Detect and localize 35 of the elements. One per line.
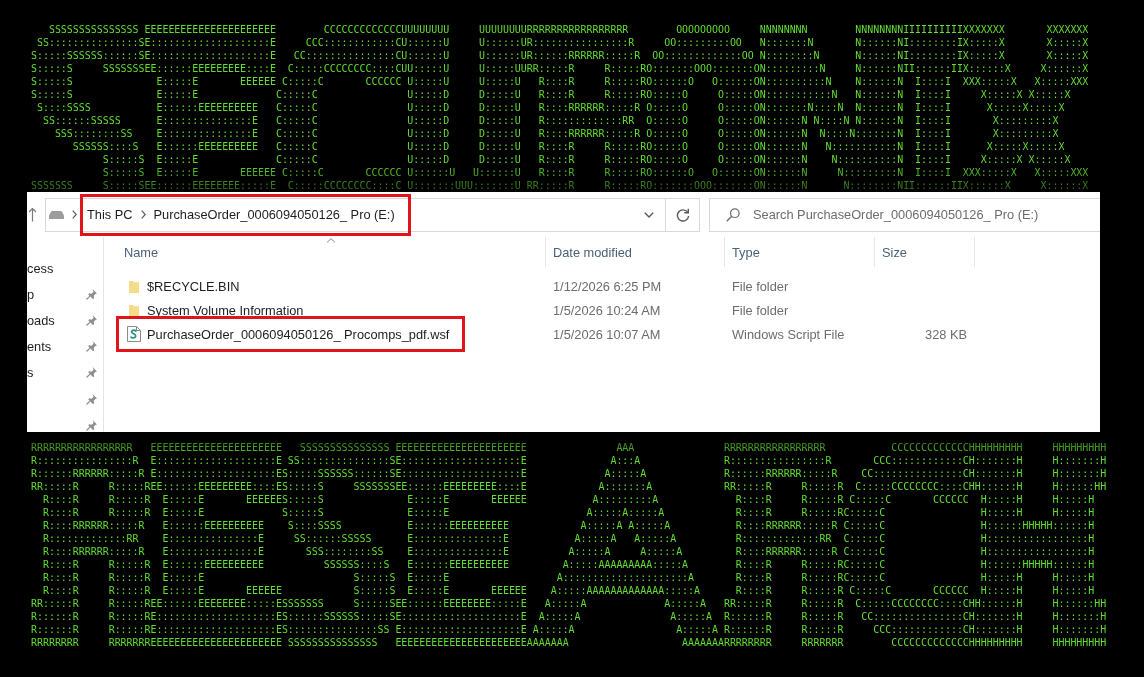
date-modified: 1/5/2026 10:07 AM: [553, 326, 661, 342]
chevron-right-icon: [140, 210, 146, 219]
breadcrumb-item[interactable]: PurchaseOrder_0006094050126_ Pro (E:): [153, 207, 395, 222]
column-header[interactable]: Size: [875, 237, 975, 267]
refresh-icon: [675, 207, 690, 222]
search-input[interactable]: Search PurchaseOrder_0006094050126_ Pro (E:): [753, 207, 1100, 222]
search-icon: [726, 207, 740, 222]
file-name[interactable]: System Volume Information: [147, 302, 304, 318]
breadcrumb-item[interactable]: This PC: [87, 207, 133, 222]
drive-icon: [49, 210, 64, 219]
file-type: File folder: [732, 278, 789, 294]
file-type: Windows Script File: [732, 326, 845, 342]
nav-item[interactable]: oads: [27, 312, 55, 328]
nav-item[interactable]: s: [27, 365, 34, 381]
file-type: File folder: [732, 302, 789, 318]
nav-item[interactable]: p: [27, 286, 35, 302]
folder-icon: [128, 303, 139, 317]
file-name[interactable]: PurchaseOrder_0006094050126_ Procomps_pdf.wsf: [147, 326, 450, 342]
date-modified: 1/5/2026 10:24 AM: [553, 302, 661, 318]
up-arrow-icon[interactable]: [28, 207, 37, 222]
chevron-down-icon[interactable]: [644, 211, 654, 218]
column-header[interactable]: Type: [725, 237, 875, 267]
search-field[interactable]: Search PurchaseOrder_0006094050126_ Pro (E:): [709, 197, 1100, 232]
chevron-right-icon: [72, 210, 77, 219]
nav-item[interactable]: cess: [27, 260, 54, 276]
nav-item[interactable]: ents: [27, 339, 52, 355]
folder-icon: [128, 279, 139, 293]
script-file-icon: [126, 326, 141, 342]
ascii-art-title: RRRRRRRRRRRRRRRRR EEEEEEEEEEEEEEEEEEEEEE SSSSSSSSSSSSSSS EEEEEEEEEEEEEEEEEEEEEE AAA RRRRRRRRRRRRRRRRR CCCCCCCCCCCCCHHHHHHHHH HHHHHHHHH R::::::::::::::::R E::::::::::::::::::::E SS:::::::::::::::SE::::::::::::::::::::E A:::A R::::::::::::::::R CCC::::::::::::CH:::::::H H:::::::H R::::::RRRRRR:::::R E::::::::::::::::::::ES:::::SSSSSS::::::SE::::::::::::::::::::E A:::::A R::::::RRRRRR:::::R CC:::::::::::::::CH:::::::H H:::::::H RR:::::R R:::::REE::::::EEEEEEEEE::::ES:::::S SSSSSSSEE::::::EEEEEEEEE::::E A:::::::A RR:::::R R:::::R C:::::CCCCCCCC::::CHH::::::H H::::::HH R::::R R:::::R E:::::E EEEEEES:::::S E:::::E EEEEEE A:::::::::A R::::R R:::::R C:::::C CCCCCC H:::::H H:::::H R::::R R:::::R E:::::E S:::::S E:::::E A:::::A:::::A R::::R R:::::RC:::::C H:::::H H:::::H R::::RRRRRR:::::R E::::::EEEEEEEEEE S::::SSSS E::::::EEEEEEEEEE A:::::A A:::::A R::::RRRRRR:::::R C:::::C H::::::HHHHH::::::H R:::::::::::::RR E:::::::::::::::E SS::::::SSSSS E:::::::::::::::E A:::::A A:::::A R:::::::::::::RR C:::::C H:::::::::::::::::H R::::RRRRRR:::::R E:::::::::::::::E SSS::::::::SS E:::::::::::::::E A:::::A A:::::A R::::RRRRRR:::::R C:::::C H:::::::::::::::::H R::::R R:::::R E::::::EEEEEEEEEE SSSSSS::::S E::::::EEEEEEEEEE A:::::AAAAAAAAA:::::A R::::R R:::::RC:::::C H::::::HHHHH::::::H R::::R R:::::R E:::::E S:::::S E:::::E A:::::::::::::::::::::A R::::R R:::::RC:::::C H:::::H H:::::H R::::R R:::::R E:::::E EEEEEE S:::::S E:::::E EEEEEE A:::::AAAAAAAAAAAAA:::::A R::::R R:::::R C:::::C CCCCCC H:::::H H:::::H RR:::::R R:::::REE::::::EEEEEEEE:::::ESSSSSSS S:::::SEE::::::EEEEEEEE:::::E A:::::A A:::::A RR:::::R R:::::R C:::::CCCCCCCC::::CHH::::::H H::::::HH R::::::R R:::::RE::::::::::::::::::::ES::::::SSSSSS:::::SE::::::::::::::::::::E A:::::A A:::::A R::::::R R:::::R CC:::::::::::::::CH:::::::H H:::::::H R::::::R R:::::RE::::::::::::::::::::ES:::::::::::::::SS E::::::::::::::::::::E A:::::A A:::::A R::::::R R:::::R CCC::::::::::::CH:::::::H H:::::::H RRRRRRRR RRRRRRREEEEEEEEEEEEEEEEEEEEEE SSSSSSSSSSSSSSS EEEEEEEEEEEEEEEEEEEEEEAAAAAAA AAAAAAARRRRRRRR RRRRRRR CCCCCCCCCCCCCHHHHHHHHH HHHHHHHHH: [31, 441, 1107, 649]
column-header[interactable]: Date modified: [546, 237, 725, 267]
column-header[interactable]: Name: [117, 237, 546, 267]
file-size: 328 KB: [925, 326, 967, 342]
file-name[interactable]: $RECYCLE.BIN: [147, 278, 240, 294]
date-modified: 1/12/2026 6:25 PM: [553, 278, 662, 294]
ascii-art-title: SSSSSSSSSSSSSSS EEEEEEEEEEEEEEEEEEEEEE CCCCCCCCCCCCCUUUUUUUU UUUUUUUURRRRRRRRRRRRRRRRR OOOOOOOOO NNNNNNNN NNNNNNNNIIIIIIIIIIXXXXXXX XXXXXXX SS:::::::::::::::SE::::::::::::::::::::E CCC::::::::::::CU::::::U U::::::UR::::::::::::::::R OO:::::::::OO N:::::::N N::::::NI::::::::IX:::::X X:::::X S:::::SSSSSS::::::SE::::::::::::::::::::E CC:::::::::::::::CU::::::U U::::::UR::::::RRRRRR:::::R OO:::::::::::::OO N::::::::N N::::::NI::::::::IX:::::X X:::::X S:::::S SSSSSSSEE::::::EEEEEEEEE::::E C:::::CCCCCCCC::::CUU:::::U U:::::UURR:::::R R:::::RO:::::::OOO:::::::ON:::::::::N N::::::NII::::::IIX::::::X X::::::X S:::::S E:::::E EEEEEE C:::::C CCCCCC U:::::U U:::::U R::::R R:::::RO::::::O O::::::ON::::::::::N N::::::N I::::I XXX:::::X X:::::XXX S:::::S E:::::E C:::::C U:::::D D:::::U R::::R R:::::RO:::::O O:::::ON:::::::::::N N::::::N I::::I X:::::X X:::::X S::::SSSS E::::::EEEEEEEEEE C:::::C U:::::D D:::::U R::::RRRRRR:::::R O:::::O O:::::ON:::::::N::::N N::::::N I::::I X:::::X:::::X SS::::::SSSSS E:::::::::::::::E C:::::C U:::::D D:::::U R:::::::::::::RR O:::::O O:::::ON::::::N N::::N N::::::N I::::I X:::::::::X SSS::::::::SS E:::::::::::::::E C:::::C U:::::D D:::::U R::::RRRRRR:::::R O:::::O O:::::ON::::::N N::::N:::::::N I::::I X:::::::::X SSSSSS::::S E::::::EEEEEEEEEE C:::::C U:::::D D:::::U R::::R R:::::RO:::::O O:::::ON::::::N N:::::::::::N I::::I X:::::X:::::X S:::::S E:::::E C:::::C U:::::D D:::::U R::::R R:::::RO:::::O O:::::ON::::::N N::::::::::N I::::I X:::::X X:::::X S:::::S E:::::E EEEEEE C:::::C CCCCCC U::::::U U::::::U R::::R R:::::RO::::::O O::::::ON::::::N N:::::::::N I::::I XXX:::::X X:::::XXX SSSSSSS S:::::SEE::::::EEEEEEEE:::::E C:::::CCCCCCCC::::C U:::::::UUU:::::::U RR:::::R R:::::RO:::::::OOO:::::::ON::::::N N::::::::NII::::::IIX::::::X X::::::X: [31, 23, 1089, 192]
